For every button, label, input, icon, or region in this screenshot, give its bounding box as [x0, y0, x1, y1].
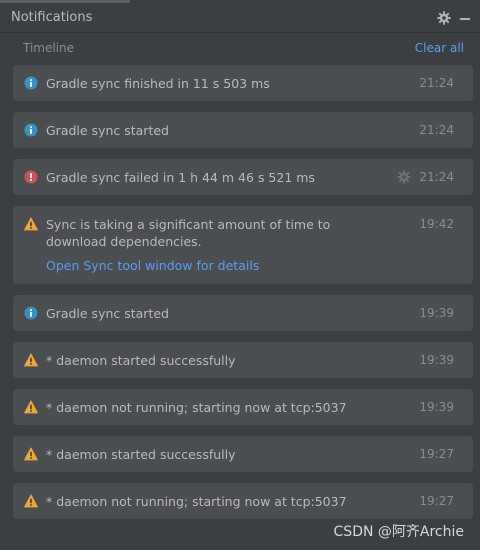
notification-item[interactable]: Gradle sync failed in 1 h 44 m 46 s 521 … [13, 159, 473, 195]
notification-time: 21:24 [419, 123, 454, 137]
warning-icon [24, 353, 38, 367]
info-icon [24, 306, 38, 320]
info-icon [24, 123, 38, 137]
notification-item[interactable]: Gradle sync finished in 11 s 503 ms 21:2… [13, 65, 473, 101]
panel-title: Notifications [11, 10, 93, 25]
timeline-label: Timeline [23, 41, 75, 55]
warning-icon [24, 447, 38, 461]
open-sync-window-link[interactable]: Open Sync tool window for details [46, 258, 259, 273]
error-icon [24, 170, 38, 184]
timeline-bar: Timeline Clear all [0, 34, 480, 62]
warning-icon [24, 217, 38, 231]
info-icon [24, 76, 38, 90]
notification-message: * daemon not running; starting now at tc… [46, 494, 347, 509]
notification-item[interactable]: * daemon started successfully 19:27 [13, 436, 473, 472]
notification-time: 19:42 [419, 217, 454, 231]
notification-message: Gradle sync started [46, 306, 169, 321]
notification-message: Gradle sync finished in 11 s 503 ms [46, 76, 270, 91]
notification-time: 19:39 [419, 353, 454, 367]
warning-icon [24, 494, 38, 508]
notification-item[interactable]: * daemon started successfully 19:39 [13, 342, 473, 378]
notification-time: 19:39 [419, 400, 454, 414]
notification-message: Gradle sync failed in 1 h 44 m 46 s 521 … [46, 170, 315, 185]
warning-icon [24, 400, 38, 414]
notification-time: 19:27 [419, 494, 454, 508]
notifications-panel: Notifications Timeline Clear all Gradle … [0, 0, 480, 550]
panel-header: Notifications [0, 3, 480, 33]
notification-item[interactable]: * daemon not running; starting now at tc… [13, 389, 473, 425]
notification-item[interactable]: Sync is taking a significant amount of t… [13, 206, 473, 284]
notification-item[interactable]: Gradle sync started 21:24 [13, 112, 473, 148]
notification-message: * daemon started successfully [46, 353, 236, 368]
notification-message: Gradle sync started [46, 123, 169, 138]
gear-icon[interactable] [437, 11, 451, 25]
notification-time: 21:24 [419, 170, 454, 184]
notification-time: 19:27 [419, 447, 454, 461]
watermark: CSDN @阿齐Archie [333, 524, 464, 540]
notification-time: 19:39 [419, 306, 454, 320]
minimize-icon[interactable] [460, 18, 470, 20]
notification-time: 21:24 [419, 76, 454, 90]
notification-message: Sync is taking a significant amount of t… [46, 217, 331, 249]
clear-all-link[interactable]: Clear all [415, 41, 464, 55]
notification-message: * daemon started successfully [46, 447, 236, 462]
notification-message: * daemon not running; starting now at tc… [46, 400, 347, 415]
notification-item[interactable]: * daemon not running; starting now at tc… [13, 483, 473, 519]
notification-item[interactable]: Gradle sync started 19:39 [13, 295, 473, 331]
gear-icon[interactable] [397, 170, 411, 184]
